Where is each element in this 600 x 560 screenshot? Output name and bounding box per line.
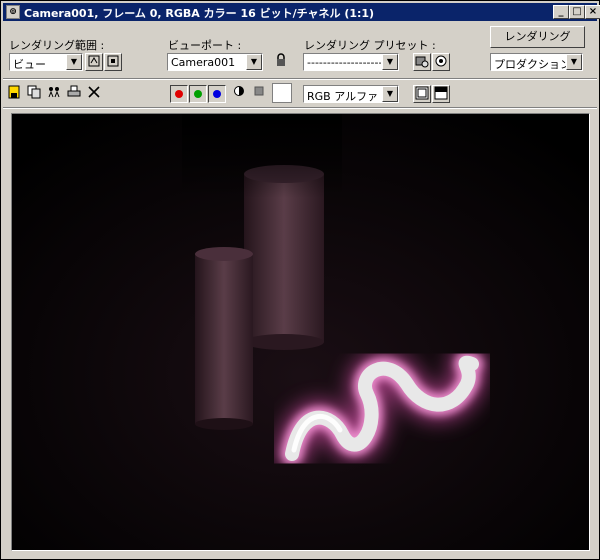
render-frame-window: ⊚ Camera001, フレーム 0, RGBA カラー 16 ビット/チャネ… [0,0,600,560]
channel-display-dropdown[interactable]: RGB アルファ ▼ [303,85,399,103]
toggle-ui-overlay-icon[interactable] [413,85,431,103]
blue-channel-dot [213,90,221,98]
viewport-value: Camera001 [171,56,236,69]
maximize-button[interactable]: □ [569,5,585,19]
channel-display-value: RGB アルファ [307,90,379,103]
copy-image-icon[interactable] [26,85,42,101]
render-button[interactable]: レンダリング [490,26,585,48]
chevron-down-icon: ▼ [382,86,398,102]
production-value: プロダクション [494,58,571,71]
alpha-channel-icon[interactable] [231,85,247,101]
lock-icon[interactable] [272,53,290,71]
chevron-down-icon: ▼ [246,54,262,70]
render-area-value: ビュー [13,58,46,71]
color-swatch[interactable] [272,83,292,103]
preset-dropdown[interactable]: -------------------------------- ▼ [303,53,399,71]
fog-overlay [182,114,342,254]
front-cylinder [195,247,253,430]
app-icon[interactable]: ⊚ [6,5,20,19]
render-area-label: レンダリング範囲 : [9,39,105,52]
preset-value: -------------------------------- [307,56,381,69]
green-channel-toggle[interactable] [189,85,207,103]
clear-icon[interactable] [86,85,102,101]
save-image-icon[interactable] [6,85,22,101]
print-icon[interactable] [66,85,82,101]
close-button[interactable]: × [585,5,600,19]
monochrome-icon[interactable] [251,85,267,101]
chevron-down-icon: ▼ [566,54,582,70]
render-setup-icon[interactable] [413,53,431,71]
rendered-image [12,114,589,550]
viewport-dropdown[interactable]: Camera001 ▼ [167,53,263,71]
production-dropdown[interactable]: プロダクション ▼ [490,53,583,71]
separator [3,78,597,80]
window-title: Camera001, フレーム 0, RGBA カラー 16 ビット/チャネル … [24,7,375,20]
viewport-label: ビューポート : [168,39,242,52]
environment-icon[interactable] [432,53,450,71]
edit-region-icon[interactable] [85,53,103,71]
separator [3,107,597,109]
chevron-down-icon: ▼ [382,54,398,70]
render-area-dropdown[interactable]: ビュー ▼ [9,53,83,71]
render-viewport[interactable] [11,113,590,551]
red-channel-toggle[interactable] [170,85,188,103]
preset-label: レンダリング プリセット : [304,39,436,52]
title-bar[interactable]: ⊚ Camera001, フレーム 0, RGBA カラー 16 ビット/チャネ… [3,3,600,21]
blue-channel-toggle[interactable] [208,85,226,103]
red-channel-dot [175,90,183,98]
clone-window-icon[interactable] [46,85,62,101]
green-channel-dot [194,90,202,98]
minimize-button[interactable]: _ [553,5,569,19]
auto-region-icon[interactable] [104,53,122,71]
toggle-ui-icon[interactable] [432,85,450,103]
chevron-down-icon: ▼ [66,54,82,70]
